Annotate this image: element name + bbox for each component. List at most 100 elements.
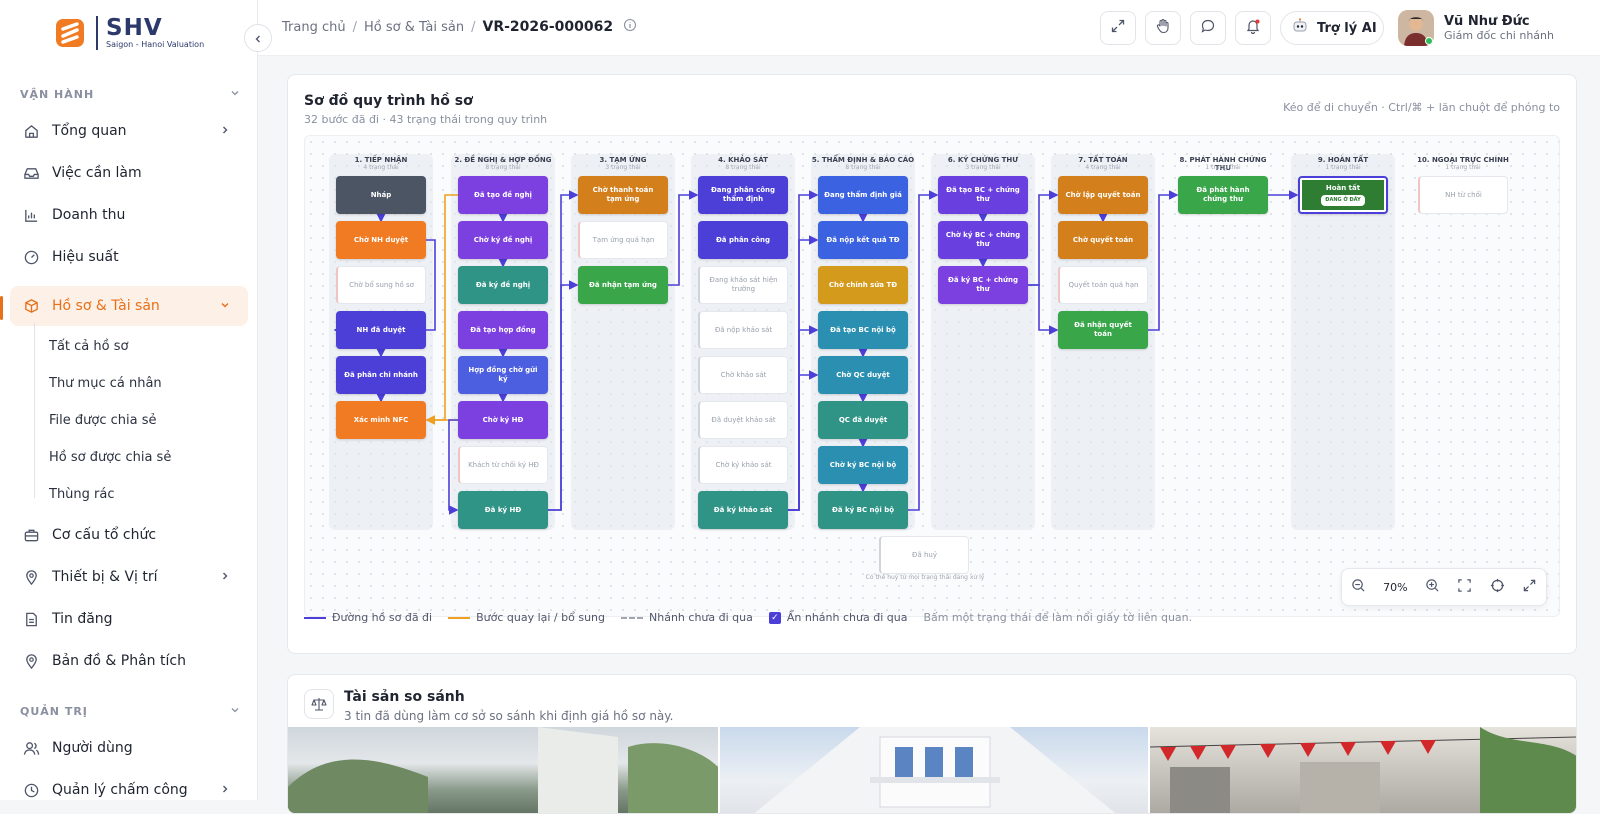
sidebar-item-label: Hồ sơ & Tài sản [52,298,160,314]
sidebar-collapse-button[interactable] [244,24,272,52]
workflow-node[interactable]: Quyết toán quá hạn [1058,266,1148,304]
sidebar-item-listings[interactable]: Tin đăng [10,599,248,639]
workflow-node[interactable]: Đã tạo BC + chứng thư [938,176,1028,214]
workflow-node[interactable]: Đã ký BC + chứng thư [938,266,1028,304]
workflow-node[interactable]: Chờ QC duyệt [818,356,908,394]
workflow-node[interactable]: Hoàn tất ĐANG Ở ĐÂY [1298,176,1388,214]
submenu-item-shared-files[interactable]: File được chia sẻ [49,413,156,428]
workflow-node[interactable]: Đã phát hành chứng thư [1178,176,1268,214]
sidebar-item-organization[interactable]: Cơ cấu tổ chức [10,515,248,555]
submenu-item-all-records[interactable]: Tất cả hồ sơ [49,339,128,354]
expand-icon[interactable] [1522,578,1537,596]
comparable-photo[interactable] [720,727,1148,813]
workflow-node[interactable]: Chờ ký BC + chứng thư [938,221,1028,259]
sidebar-item-map[interactable]: Bản đồ & Phân tích [10,641,248,681]
workflow-node-label: Đã nhận quyết toán [1074,321,1132,338]
submenu-item-trash[interactable]: Thùng rác [49,487,115,502]
workflow-node[interactable]: Đã nhận tạm ứng [578,266,668,304]
user-menu[interactable]: Vũ Như Đức Giám đốc chi nhánh [1398,10,1554,46]
workflow-node[interactable]: Chờ ký đề nghị [458,221,548,259]
workflow-node-label: Chờ ký đề nghị [473,235,533,244]
sidebar-item-records[interactable]: Hồ sơ & Tài sản [10,286,248,326]
workflow-node[interactable]: Chờ quyết toán [1058,221,1148,259]
workflow-node[interactable]: Đã ký đề nghị [458,266,548,304]
workflow-node-label: NH đã duyệt [356,325,406,334]
workflow-node[interactable]: Chờ khảo sát [698,356,788,394]
zoom-out-icon[interactable] [1351,578,1366,596]
workflow-node[interactable]: Tạm ứng quá hạn [578,221,668,259]
workflow-node[interactable]: Khách từ chối ký HĐ [458,446,548,484]
briefcase-icon [22,526,40,544]
ai-assistant-button[interactable]: Trợ lý AI [1280,11,1384,45]
workflow-node[interactable]: Đã ký khảo sát [698,491,788,529]
workflow-node[interactable]: Chờ lập quyết toán [1058,176,1148,214]
section-admin-toggle[interactable]: QUẢN TRỊ [20,705,240,718]
workflow-node[interactable]: Chờ chỉnh sửa TĐ [818,266,908,304]
workflow-node[interactable]: Đã ký BC nội bộ [818,491,908,529]
workflow-node[interactable]: Đã phân chi nhánh [336,356,426,394]
avatar [1398,10,1434,46]
workflow-node[interactable]: Đã phân công [698,221,788,259]
workflow-node[interactable]: Chờ NH duyệt [336,221,426,259]
column-count: 1 trạng thái [1325,164,1361,171]
workflow-node[interactable]: Đã ký HĐ [458,491,548,529]
workflow-node-label: Đã tạo hợp đồng [470,325,536,334]
workflow-node[interactable]: Nháp [336,176,426,214]
hide-untraveled-checkbox[interactable]: ✓ Ẩn nhánh chưa đi qua [768,611,908,624]
workflow-node[interactable]: Đã tạo đề nghị [458,176,548,214]
workflow-node[interactable]: Đang phân công thẩm định [698,176,788,214]
fullscreen-button[interactable] [1100,11,1136,45]
sidebar-item-users[interactable]: Người dùng [10,728,248,768]
breadcrumb-records[interactable]: Hồ sơ & Tài sản [364,20,464,35]
submenu-item-shared-records[interactable]: Hồ sơ được chia sẻ [49,450,171,465]
column-count: 1 trạng thái [1445,164,1481,171]
workflow-node[interactable]: Đang khảo sát hiện trường [698,266,788,304]
workflow-canvas[interactable]: 70% 1. TIẾP NHẬN 4 trạng thái 2. ĐỀ NGHỊ &… [304,135,1560,617]
sidebar-item-attendance[interactable]: Quản lý chấm công [10,770,248,810]
workflow-node[interactable]: NH từ chối [1418,176,1508,214]
workflow-node[interactable]: Đã duyệt khảo sát [698,401,788,439]
workflow-node[interactable]: Đang thẩm định giá [818,176,908,214]
center-target-icon[interactable] [1490,578,1505,596]
workflow-node[interactable]: Đã tạo hợp đồng [458,311,548,349]
workflow-node[interactable]: Đã nhận quyết toán [1058,311,1148,349]
fit-view-icon[interactable] [1457,578,1472,596]
workflow-node-label: Đã duyệt khảo sát [711,415,776,424]
section-ops-toggle[interactable]: VẬN HÀNH [20,88,240,101]
workflow-node-label: Đã ký đề nghị [475,280,531,289]
workflow-node[interactable]: Đã huỷ [879,536,969,574]
zoom-in-icon[interactable] [1425,578,1440,596]
info-icon[interactable] [623,18,637,36]
hand-tool-button[interactable] [1145,11,1181,45]
workflow-node[interactable]: Xác minh NFC [336,401,426,439]
sidebar-item-devices[interactable]: Thiết bị & Vị trí [10,557,248,597]
sidebar-item-performance[interactable]: Hiệu suất [10,237,248,277]
chat-button[interactable] [1190,11,1226,45]
sidebar: SHV Saigon - Hanoi Valuation VẬN HÀNH Tổ… [0,0,258,800]
column-count: 4 trạng thái [1085,164,1121,171]
sidebar-item-tasks[interactable]: Việc cần làm [10,153,248,193]
sidebar-item-revenue[interactable]: Doanh thu [10,195,248,235]
sidebar-item-overview[interactable]: Tổng quan [10,111,248,151]
sidebar-item-label: Người dùng [52,740,133,756]
legend-item-return: Bước quay lại / bổ sung [448,611,605,624]
workflow-node[interactable]: Đã nộp kết quả TĐ [818,221,908,259]
submenu-item-personal-folder[interactable]: Thư mục cá nhân [49,376,162,391]
hide-untraveled-label: Ẩn nhánh chưa đi qua [786,611,908,624]
breadcrumb-home[interactable]: Trang chủ [282,20,346,35]
workflow-node[interactable]: Chờ ký BC nội bộ [818,446,908,484]
workflow-node[interactable]: Chờ thanh toán tạm ứng [578,176,668,214]
notifications-button[interactable] [1235,11,1271,45]
comparable-photo[interactable] [1150,727,1576,813]
brand-logo[interactable]: SHV Saigon - Hanoi Valuation [54,16,204,50]
workflow-node[interactable]: Đã nộp khảo sát [698,311,788,349]
workflow-node[interactable]: QC đã duyệt [818,401,908,439]
workflow-node[interactable]: NH đã duyệt [336,311,426,349]
workflow-node[interactable]: Chờ ký khảo sát [698,446,788,484]
workflow-node[interactable]: Chờ bổ sung hồ sơ [336,266,426,304]
workflow-node[interactable]: Hợp đồng chờ gửi ký [458,356,548,394]
workflow-node[interactable]: Đã tạo BC nội bộ [818,311,908,349]
workflow-node[interactable]: Chờ ký HĐ [458,401,548,439]
comparables-card: Tài sản so sánh 3 tin đã dùng làm cơ sở … [287,674,1577,814]
comparable-photo[interactable] [288,727,718,813]
